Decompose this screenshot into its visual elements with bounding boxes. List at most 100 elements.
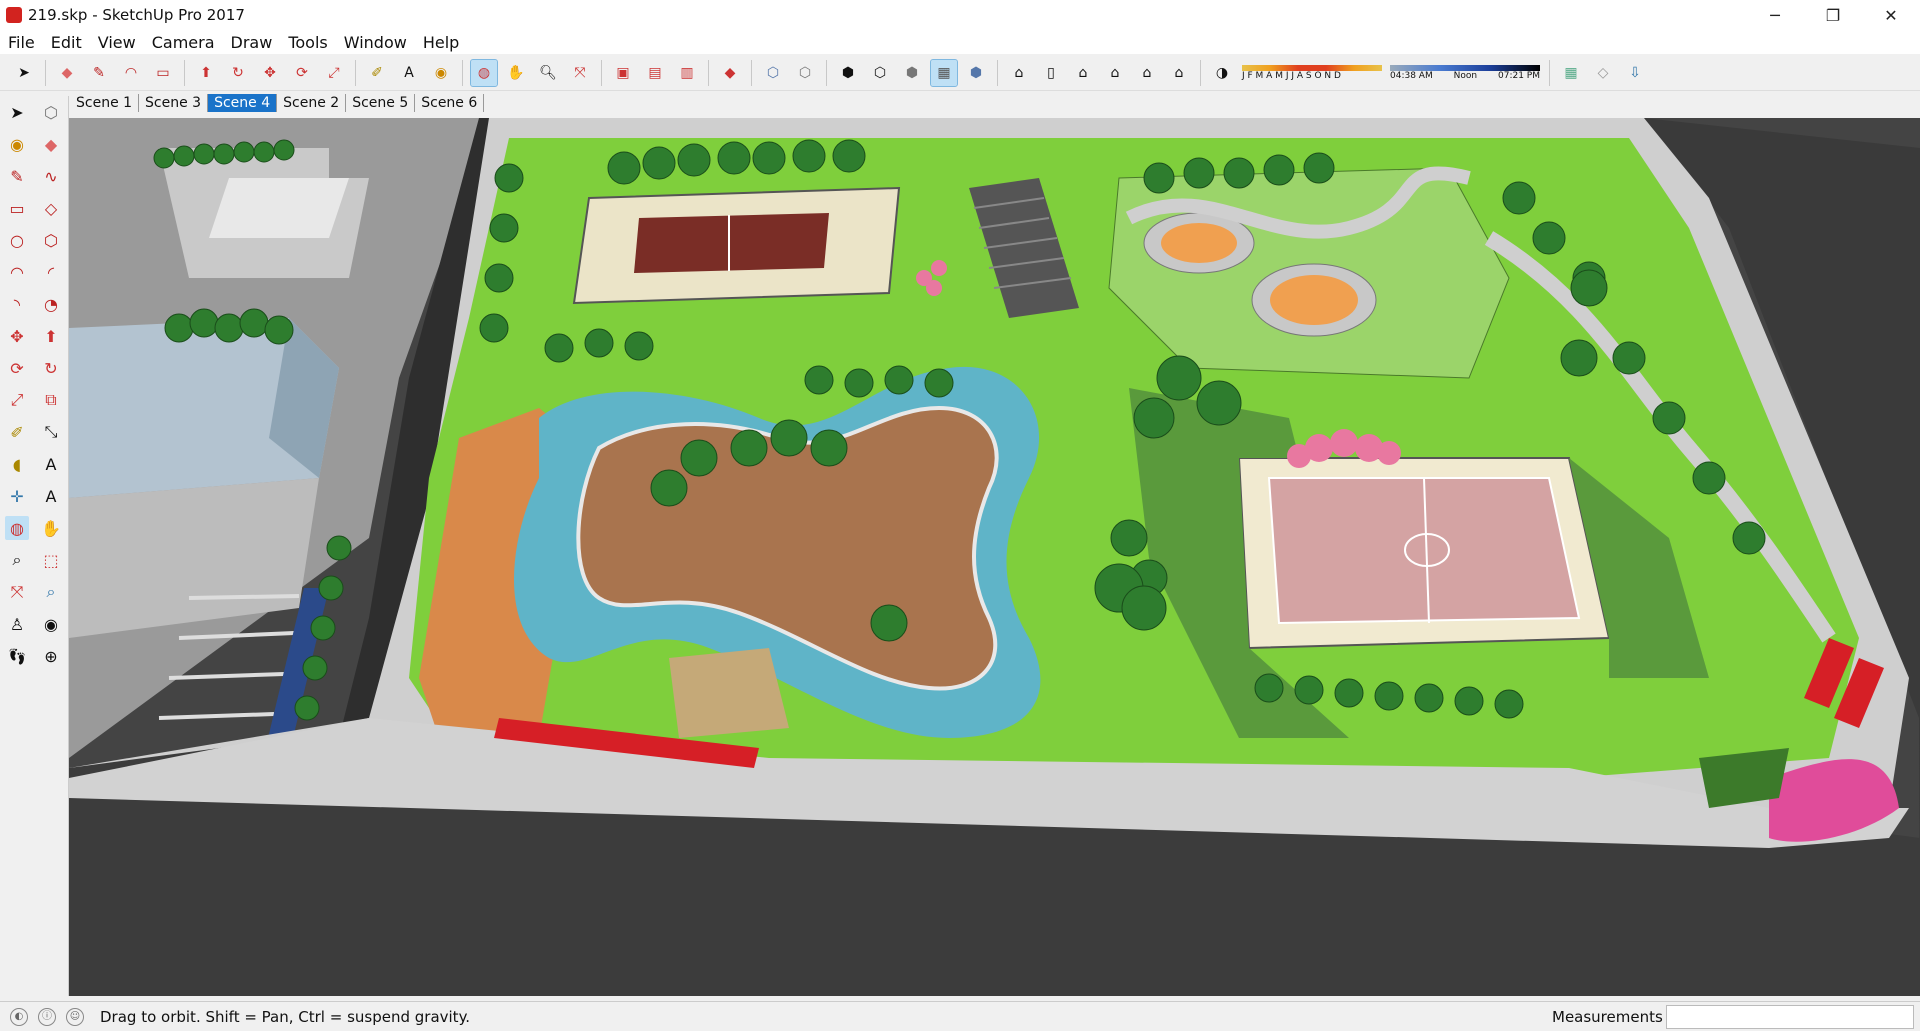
three-point-arc-tool-icon[interactable]: ◝	[5, 292, 29, 316]
scale-tool-icon[interactable]: ⤢	[321, 60, 347, 86]
follow-me-tool-icon[interactable]: ↻	[39, 356, 63, 380]
orbit-tool-icon[interactable]: ◍	[470, 58, 498, 87]
rectangle-tool-icon[interactable]: ▭	[150, 60, 176, 86]
eraser-tool-icon[interactable]: ◆	[54, 60, 80, 86]
3d-viewport[interactable]	[69, 118, 1920, 996]
move-tool-icon[interactable]: ✥	[5, 324, 29, 348]
select-tool-icon[interactable]: ➤	[5, 100, 29, 124]
left-view-icon[interactable]: ⌂	[1166, 60, 1192, 86]
hidden-line-style-icon[interactable]: ⬡	[867, 60, 893, 86]
tab-scene-6[interactable]: Scene 6	[415, 94, 485, 112]
close-button[interactable]: ✕	[1862, 0, 1920, 30]
photo-textures-icon[interactable]: ⇩	[1622, 60, 1648, 86]
zoom-extents-tool-icon[interactable]: ⤧	[5, 580, 29, 604]
tab-scene-4[interactable]: Scene 4	[208, 94, 278, 112]
pan-tool-icon[interactable]: ✋	[503, 60, 529, 86]
front-view-icon[interactable]: ⌂	[1070, 60, 1096, 86]
section-plane-icon[interactable]: ⊕	[39, 644, 63, 668]
previous-view-icon[interactable]: ⌕	[39, 580, 63, 604]
text-tool-icon[interactable]: A	[39, 452, 63, 476]
text-tool-icon[interactable]: A	[396, 60, 422, 86]
monochrome-style-icon[interactable]: ⬢	[963, 60, 989, 86]
pie-tool-icon[interactable]: ◔	[39, 292, 63, 316]
right-view-icon[interactable]: ⌂	[1102, 60, 1128, 86]
dimension-tool-icon[interactable]: ⤡	[39, 420, 63, 444]
menu-edit[interactable]: Edit	[43, 33, 90, 52]
user-account-icon[interactable]: ☺	[66, 1007, 84, 1026]
iso-view-icon[interactable]: ⌂	[1006, 60, 1032, 86]
share-component-icon[interactable]: ▤	[642, 60, 668, 86]
zoom-tool-icon[interactable]: ⌕	[5, 548, 29, 572]
3d-text-tool-icon[interactable]: A	[39, 484, 63, 508]
paint-bucket-tool-icon[interactable]: ◉	[428, 60, 454, 86]
3d-warehouse-icon[interactable]: ▣	[610, 60, 636, 86]
menu-draw[interactable]: Draw	[223, 33, 281, 52]
back-edges-style-icon[interactable]: ⬡	[792, 60, 818, 86]
menu-help[interactable]: Help	[415, 33, 467, 52]
tape-measure-tool-icon[interactable]: ✐	[5, 420, 29, 444]
shaded-style-icon[interactable]: ⬢	[899, 60, 925, 86]
restore-button[interactable]: ❐	[1804, 0, 1862, 30]
rotate-tool-icon[interactable]: ⟳	[289, 60, 315, 86]
menu-camera[interactable]: Camera	[144, 33, 223, 52]
tab-scene-3[interactable]: Scene 3	[139, 94, 209, 112]
pan-tool-icon[interactable]: ✋	[39, 516, 63, 540]
eraser-tool-icon[interactable]: ◆	[39, 132, 63, 156]
geo-location-icon[interactable]: ◐	[10, 1007, 28, 1026]
top-view-icon[interactable]: ▯	[1038, 60, 1064, 86]
axes-tool-icon[interactable]: ✛	[5, 484, 29, 508]
menu-view[interactable]: View	[90, 33, 144, 52]
menu-tools[interactable]: Tools	[280, 33, 335, 52]
select-tool-icon[interactable]: ➤	[11, 60, 37, 86]
zoom-window-tool-icon[interactable]: ⬚	[39, 548, 63, 572]
line-tool-icon[interactable]: ✎	[5, 164, 29, 188]
rectangle-tool-icon[interactable]: ▭	[5, 196, 29, 220]
offset-tool-icon[interactable]: ⧉	[39, 388, 63, 412]
position-camera-icon[interactable]: ♙	[5, 612, 29, 636]
zoom-extents-tool-icon[interactable]: ⤧	[567, 60, 593, 86]
sketchup-app-icon	[6, 7, 22, 23]
wireframe-style-icon[interactable]: ⬢	[835, 60, 861, 86]
rotate-tool-icon[interactable]: ⟳	[5, 356, 29, 380]
menu-window[interactable]: Window	[336, 33, 415, 52]
line-tool-icon[interactable]: ✎	[86, 60, 112, 86]
toggle-terrain-icon[interactable]: ◇	[1590, 60, 1616, 86]
move-tool-icon[interactable]: ✥	[257, 60, 283, 86]
freehand-tool-icon[interactable]: ∿	[39, 164, 63, 188]
look-around-icon[interactable]: ◉	[39, 612, 63, 636]
scale-tool-icon[interactable]: ⤢	[5, 388, 29, 412]
follow-me-tool-icon[interactable]: ↻	[225, 60, 251, 86]
measurements-input[interactable]	[1666, 1005, 1914, 1029]
tab-scene-1[interactable]: Scene 1	[70, 94, 140, 112]
minimize-button[interactable]: ─	[1746, 0, 1804, 30]
back-view-icon[interactable]: ⌂	[1134, 60, 1160, 86]
paint-bucket-tool-icon[interactable]: ◉	[5, 132, 29, 156]
shaded-with-textures-style-icon[interactable]: ▦	[930, 58, 958, 87]
circle-tool-icon[interactable]: ○	[5, 228, 29, 252]
extension-warehouse-icon[interactable]: ◆	[717, 60, 743, 86]
walk-tool-icon[interactable]: 👣︎	[5, 644, 29, 668]
zoom-tool-icon[interactable]: 🔍︎	[535, 60, 561, 86]
polygon-tool-icon[interactable]: ⬡	[39, 228, 63, 252]
arc-tool-icon[interactable]: ◠	[118, 60, 144, 86]
xray-style-icon[interactable]: ⬡	[760, 60, 786, 86]
shadow-time-slider[interactable]: 04:38 AM Noon 07:21 PM	[1390, 64, 1540, 81]
tape-measure-tool-icon[interactable]: ✐	[364, 60, 390, 86]
tab-scene-2[interactable]: Scene 2	[277, 94, 347, 112]
two-point-arc-tool-icon[interactable]: ◜	[39, 260, 63, 284]
add-location-icon[interactable]: ▦	[1558, 60, 1584, 86]
tab-scene-5[interactable]: Scene 5	[346, 94, 416, 112]
push-pull-tool-icon[interactable]: ⬆	[193, 60, 219, 86]
make-component-icon[interactable]: ⬡	[39, 100, 63, 124]
shadows-toggle-icon[interactable]: ◑	[1209, 60, 1235, 86]
share-model-icon[interactable]: ▥	[674, 60, 700, 86]
menu-file[interactable]: File	[0, 33, 43, 52]
shadow-date-slider[interactable]: J F M A M J J A S O N D	[1242, 64, 1382, 81]
credits-icon[interactable]: ⓘ	[38, 1007, 56, 1026]
rotated-rectangle-tool-icon[interactable]: ◇	[39, 196, 63, 220]
park-site-model[interactable]	[69, 118, 1920, 996]
arc-tool-icon[interactable]: ◠	[5, 260, 29, 284]
orbit-tool-icon[interactable]: ◍	[5, 516, 29, 540]
push-pull-tool-icon[interactable]: ⬆	[39, 324, 63, 348]
protractor-tool-icon[interactable]: ◖	[5, 452, 29, 476]
